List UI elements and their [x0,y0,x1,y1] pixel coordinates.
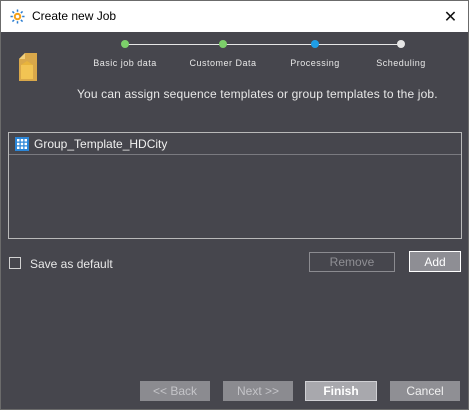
step-dot-scheduling [397,40,405,48]
remove-button[interactable]: Remove [309,252,395,272]
step-label-scheduling: Scheduling [376,58,426,68]
step-label-processing: Processing [290,58,340,68]
list-item-label: Group_Template_HDCity [34,137,168,151]
template-list[interactable]: Group_Template_HDCity [8,132,462,239]
app-gear-icon [10,9,25,24]
cancel-button[interactable]: Cancel [390,381,460,401]
close-icon: ✕ [443,8,458,26]
save-default-label[interactable]: Save as default [30,257,113,271]
title-bar[interactable]: Create new Job ✕ [1,1,468,32]
step-label-basic-job-data: Basic job data [93,58,157,68]
step-dot-processing [311,40,319,48]
add-button[interactable]: Add [409,251,461,272]
back-button[interactable]: << Back [140,381,210,401]
create-job-dialog: Create new Job ✕ Basic job data Customer… [0,0,469,410]
step-dot-basic-job-data [121,40,129,48]
next-button[interactable]: Next >> [223,381,293,401]
wizard-progress-line [125,44,400,45]
close-button[interactable]: ✕ [433,1,468,32]
save-default-checkbox[interactable] [9,257,21,269]
list-item[interactable]: Group_Template_HDCity [9,134,461,155]
step-label-customer-data: Customer Data [189,58,257,68]
group-template-icon [15,137,29,151]
window-title: Create new Job [32,9,117,23]
step-dot-customer-data [219,40,227,48]
instruction-text: You can assign sequence templates or gro… [77,87,438,101]
job-folder-icon [19,53,37,81]
finish-button[interactable]: Finish [305,381,377,401]
